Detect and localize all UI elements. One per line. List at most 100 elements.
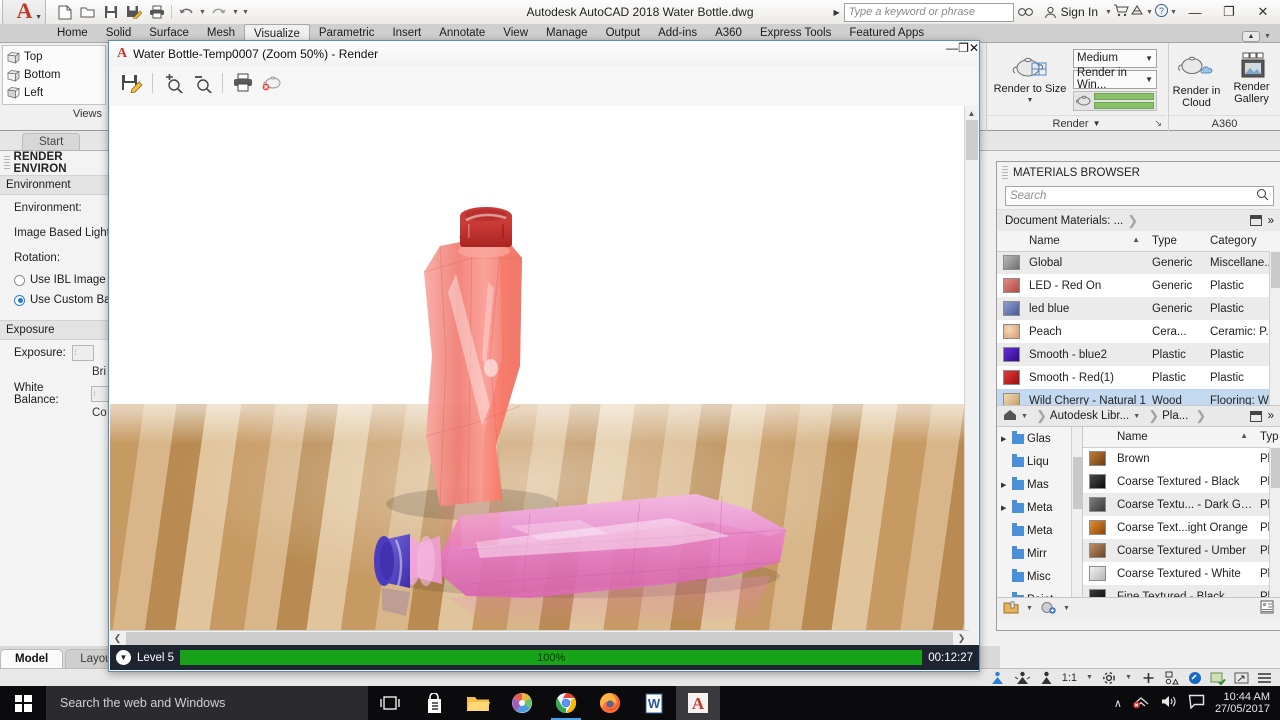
use-ibl-image-radio-row[interactable]: Use IBL Image: [0, 270, 111, 290]
render-quality-dropdown[interactable]: Medium ▼: [1073, 49, 1157, 68]
minimize-button[interactable]: —: [1178, 0, 1212, 24]
clean-screen-icon[interactable]: [1210, 671, 1226, 685]
zoom-out-button[interactable]: [189, 70, 215, 96]
isolate-objects-icon[interactable]: [989, 671, 1006, 685]
print-button[interactable]: [230, 70, 256, 96]
fullscreen-icon[interactable]: [1234, 671, 1249, 685]
render-maximize-button[interactable]: ❐: [958, 41, 969, 66]
save-image-button[interactable]: [119, 70, 145, 96]
document-materials-breadcrumb[interactable]: Document Materials: ... ❯ »: [997, 209, 1280, 231]
render-image-canvas[interactable]: [110, 106, 970, 659]
table-row[interactable]: Peach Cera... Ceramic: P..: [997, 320, 1280, 343]
scrollbar-thumb[interactable]: [966, 120, 978, 160]
store-icon[interactable]: [412, 686, 456, 720]
render-minimize-button[interactable]: —: [946, 41, 958, 66]
panel-dialog-launcher-icon[interactable]: ↘: [1154, 118, 1162, 129]
scrollbar-thumb[interactable]: [126, 631, 953, 645]
chevron-right-icon[interactable]: ▶: [1001, 481, 1009, 489]
view-item-left[interactable]: Left: [7, 84, 101, 101]
view-item-top[interactable]: Top: [7, 49, 101, 66]
ribbon-minimize-icon[interactable]: ▲: [1242, 31, 1260, 42]
scale-dropdown-icon[interactable]: ▼: [1085, 674, 1094, 681]
table-row[interactable]: Smooth - blue2 Plastic Plastic: [997, 343, 1280, 366]
render-close-button[interactable]: ✕: [969, 41, 979, 66]
add-toolbar-icon[interactable]: [1141, 671, 1156, 685]
annotation-visibility-icon[interactable]: [1039, 671, 1054, 685]
table-row[interactable]: Coarse Textu... - Dark Gray Pl.: [1083, 493, 1280, 516]
tree-node[interactable]: Liqu: [997, 450, 1082, 473]
table-row[interactable]: Global Generic Miscellane...: [997, 251, 1280, 274]
render-window-title-bar[interactable]: A Water Bottle-Temp0007 (Zoom 50%) - Ren…: [109, 41, 979, 66]
a360-dropdown-icon[interactable]: ▼: [1145, 9, 1154, 16]
redo-icon[interactable]: [208, 2, 230, 22]
render-vertical-scrollbar[interactable]: ▲ ▼: [964, 106, 978, 659]
document-tab-start[interactable]: Start: [22, 133, 81, 150]
open-file-icon[interactable]: [77, 2, 99, 22]
autodesk-360-icon[interactable]: [1129, 4, 1145, 20]
save-icon[interactable]: [100, 2, 122, 22]
ribbon-tab-home[interactable]: Home: [48, 24, 97, 42]
category-column-header[interactable]: Category: [1204, 231, 1280, 252]
render-horizontal-scrollbar[interactable]: ❮ ❯: [110, 630, 969, 645]
store-cart-icon[interactable]: [1113, 4, 1129, 20]
manage-library-icon[interactable]: [1003, 601, 1019, 617]
annotation-scale-value[interactable]: 1:1: [1062, 672, 1077, 684]
tree-node[interactable]: ▶ Glas: [997, 427, 1082, 450]
tree-node[interactable]: Meta: [997, 519, 1082, 542]
scrollbar-thumb[interactable]: [1073, 457, 1082, 509]
expand-panel-icon[interactable]: »: [1268, 215, 1274, 227]
autocad-icon[interactable]: A: [676, 686, 720, 720]
table-row[interactable]: led blue Generic Plastic: [997, 297, 1280, 320]
table-row[interactable]: LED - Red On Generic Plastic: [997, 274, 1280, 297]
home-dropdown-icon[interactable]: ▼: [1020, 413, 1029, 420]
library-dropdown-icon[interactable]: ▼: [1132, 413, 1141, 420]
render-panel-title-bar[interactable]: Render ▼ ↘: [987, 115, 1166, 131]
windows-start-button[interactable]: [0, 686, 46, 720]
photos-icon[interactable]: [500, 686, 544, 720]
infocenter-search-input[interactable]: Type a keyword or phrase: [843, 2, 1014, 22]
close-button[interactable]: ✕: [1246, 0, 1280, 24]
scroll-right-icon[interactable]: ❯: [954, 633, 969, 644]
name-column-header[interactable]: Name ▲: [1023, 231, 1146, 252]
scrollbar-thumb[interactable]: [1271, 448, 1280, 488]
view-toggle-icon[interactable]: [1249, 215, 1262, 226]
scroll-up-icon[interactable]: ▲: [965, 106, 978, 120]
tree-node[interactable]: Misc: [997, 565, 1082, 588]
file-explorer-icon[interactable]: [456, 686, 500, 720]
table-row[interactable]: Coarse Text...ight Orange Pl.: [1083, 516, 1280, 539]
print-icon[interactable]: [146, 2, 168, 22]
scrollbar-thumb[interactable]: [1271, 252, 1280, 288]
action-center-icon[interactable]: [1188, 694, 1205, 712]
taskbar-search-input[interactable]: Search the web and Windows: [46, 686, 368, 720]
type-column-header[interactable]: Type: [1146, 231, 1204, 252]
volume-icon[interactable]: [1160, 694, 1178, 712]
exposure-slider[interactable]: ⁞: [71, 345, 94, 361]
new-file-icon[interactable]: [54, 2, 76, 22]
new-material-icon[interactable]: [1040, 601, 1056, 617]
tree-node[interactable]: Paint: [997, 588, 1082, 597]
isometric-drafting-icon[interactable]: [1014, 671, 1031, 685]
search-icon[interactable]: [1014, 2, 1038, 22]
application-menu-button[interactable]: A ▼: [2, 0, 46, 25]
render-in-cloud-button[interactable]: Render in Cloud: [1169, 49, 1224, 111]
type-column-header[interactable]: Typ: [1254, 427, 1280, 448]
view-toggle-icon[interactable]: [1249, 410, 1262, 422]
expand-panel-icon[interactable]: »: [1268, 410, 1274, 422]
sign-in-button[interactable]: Sign In: [1038, 5, 1104, 19]
hardware-acceleration-icon[interactable]: [1188, 671, 1202, 685]
scroll-left-icon[interactable]: ❮: [110, 633, 125, 644]
help-icon[interactable]: ?: [1154, 3, 1169, 21]
render-gallery-button[interactable]: Render Gallery: [1224, 49, 1279, 111]
chrome-icon[interactable]: [544, 686, 588, 720]
render-destination-dropdown[interactable]: Render in Win... ▼: [1073, 67, 1157, 91]
document-materials-scrollbar[interactable]: [1269, 251, 1280, 405]
use-custom-background-radio-row[interactable]: Use Custom Ba: [0, 290, 111, 310]
table-row[interactable]: Smooth - Red(1) Plastic Plastic: [997, 366, 1280, 389]
workspace-dropdown-icon[interactable]: ▼: [1124, 674, 1133, 681]
sign-in-dropdown-icon[interactable]: ▼: [1104, 9, 1113, 16]
taskbar-clock[interactable]: 10:44 AM 27/05/2017: [1215, 691, 1270, 715]
view-item-bottom[interactable]: Bottom: [7, 67, 101, 84]
tree-node[interactable]: ▶ Meta: [997, 496, 1082, 519]
new-material-dropdown-icon[interactable]: ▼: [1062, 605, 1071, 612]
section-environment-header[interactable]: Environment: [0, 175, 111, 195]
